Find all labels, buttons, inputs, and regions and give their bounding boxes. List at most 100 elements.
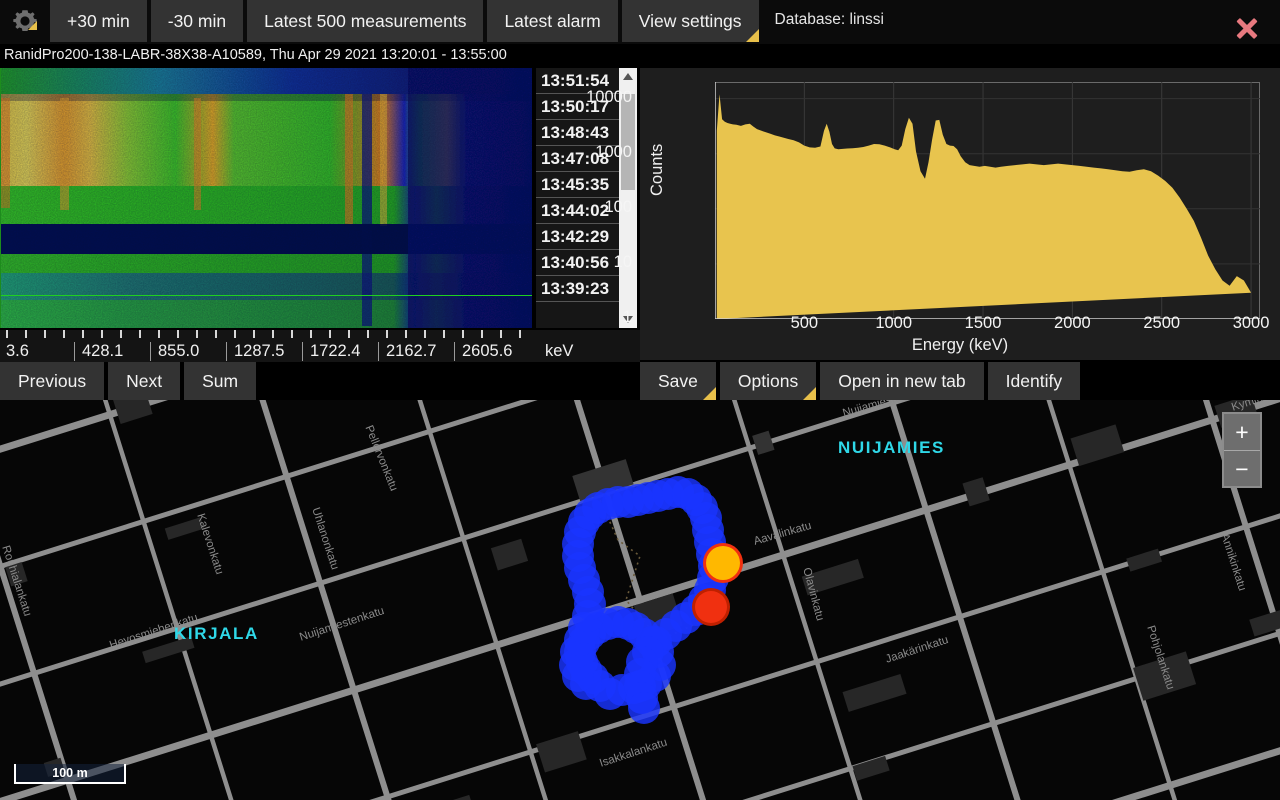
app-root: +30 min -30 min Latest 500 measurements … [0, 0, 1280, 800]
spectrogram-left-marker [0, 68, 1, 328]
time-list-item[interactable]: 13:40:56 [536, 250, 624, 276]
button-latest-500-measurements[interactable]: Latest 500 measurements [247, 0, 484, 42]
dropdown-corner-icon [745, 29, 759, 42]
spectrum-chart-panel[interactable]: Counts Energy (keV) 1 10 100 1000 10000 500 1… [586, 68, 1280, 360]
energy-tick [272, 330, 274, 338]
zoom-in-button[interactable]: + [1224, 414, 1260, 450]
energy-tick-label: 428.1 [82, 342, 124, 360]
spectrogram-action-bar: Previous Next Sum [0, 362, 640, 400]
map-view[interactable]: Full Screen Snip NUIJAMIESKIRJALASammonk… [0, 400, 1280, 800]
energy-tick [44, 330, 46, 338]
energy-tick [177, 330, 179, 338]
chart-y-tick-label: 1000 [595, 142, 632, 161]
energy-tick [158, 330, 160, 338]
energy-tick [215, 330, 217, 338]
spectrum-plot-area[interactable] [715, 82, 1260, 319]
time-list-item[interactable]: 13:39:23 [536, 276, 624, 302]
energy-tick [329, 330, 331, 338]
energy-tick-label: 2605.6 [462, 342, 513, 360]
energy-label-separator [302, 342, 303, 361]
energy-label-separator [226, 342, 227, 361]
button-label: Save [658, 371, 698, 391]
button-label: Sum [202, 371, 239, 391]
energy-tick [25, 330, 27, 338]
alert-marker [706, 546, 740, 580]
energy-label-separator [378, 342, 379, 361]
energy-tick [481, 330, 483, 338]
chart-x-tick-label: 1000 [875, 314, 913, 332]
energy-axis: 3.6 428.1 855.0 1287.5 1722.4 2162.7 2605.6 keV [0, 330, 640, 364]
chart-x-tick-label: 3000 [1232, 314, 1270, 332]
button-label: Latest alarm [504, 11, 601, 31]
map-scale-bar: 100 m [14, 764, 126, 784]
action-button-next[interactable]: Next [108, 362, 181, 400]
energy-tick [234, 330, 236, 338]
action-button-sum[interactable]: Sum [184, 362, 257, 400]
spectrogram-panel: 13:51:54 13:50:17 13:48:43 13:47:08 13:45:35… [0, 68, 640, 364]
chart-x-tick-label: 500 [790, 314, 819, 332]
track-point [628, 692, 660, 724]
energy-tick [310, 330, 312, 338]
button-label: View settings [638, 11, 742, 31]
scroll-up-icon[interactable] [619, 68, 637, 85]
energy-tick [139, 330, 141, 338]
energy-tick [120, 330, 122, 338]
action-button-previous[interactable]: Previous [0, 362, 105, 400]
button-label: Open in new tab [838, 371, 966, 391]
alert-marker [695, 591, 727, 623]
spectrogram-cursor-line [0, 295, 532, 296]
chart-y-tick-label: 10 [613, 252, 632, 271]
energy-tick [462, 330, 464, 338]
database-label: Database: linssi [774, 11, 884, 28]
action-button-options[interactable]: Options [719, 362, 817, 400]
button-label: Identify [1005, 371, 1063, 391]
energy-tick [6, 330, 8, 338]
dropdown-corner-icon [702, 387, 716, 400]
energy-tick-label: 1287.5 [234, 342, 285, 360]
chart-y-tick-label: 1 [622, 308, 632, 326]
button-latest-alarm[interactable]: Latest alarm [487, 0, 618, 42]
energy-tick [291, 330, 293, 338]
dropdown-corner-icon [803, 387, 817, 400]
button-plus-30-min[interactable]: +30 min [50, 0, 147, 42]
top-toolbar: +30 min -30 min Latest 500 measurements … [0, 0, 1280, 44]
action-button-save[interactable]: Save [640, 362, 716, 400]
energy-tick-label: 2162.7 [386, 342, 437, 360]
map-zoom-controls[interactable]: + − [1222, 412, 1262, 488]
energy-tick-label: 3.6 [6, 342, 29, 360]
button-view-settings[interactable]: View settings [621, 0, 759, 42]
time-list-item[interactable]: 13:45:35 [536, 172, 624, 198]
time-list-item[interactable]: 13:42:29 [536, 224, 624, 250]
energy-tick [519, 330, 521, 338]
energy-tick [253, 330, 255, 338]
button-label: Latest 500 measurements [264, 11, 467, 31]
energy-label-separator [74, 342, 75, 361]
energy-tick-label: 1722.4 [310, 342, 361, 360]
energy-tick [386, 330, 388, 338]
energy-label-separator [150, 342, 151, 361]
chart-x-axis-label: Energy (keV) [911, 336, 1009, 354]
energy-tick-label: 855.0 [158, 342, 200, 360]
button-label: Previous [18, 371, 87, 391]
energy-tick [367, 330, 369, 338]
button-label: +30 min [67, 11, 130, 31]
spectrogram-image[interactable] [0, 68, 532, 328]
button-label: -30 min [167, 11, 227, 31]
button-label: Next [126, 371, 163, 391]
spectrum-action-bar: Save Options Open in new tab Identify [640, 362, 1280, 400]
button-minus-30-min[interactable]: -30 min [150, 0, 244, 42]
gear-icon[interactable] [0, 0, 50, 42]
chart-x-tick-label: 2500 [1143, 314, 1181, 332]
chart-y-tick-label: 100 [604, 197, 632, 216]
energy-tick [63, 330, 65, 338]
energy-axis-ticks [0, 330, 532, 339]
close-icon[interactable] [1232, 13, 1262, 43]
action-button-open-in-new-tab[interactable]: Open in new tab [820, 362, 984, 400]
action-button-identify[interactable]: Identify [987, 362, 1081, 400]
chart-y-axis-label: Counts [648, 143, 666, 196]
chart-y-tick-label: 10000 [586, 87, 632, 106]
energy-tick [500, 330, 502, 338]
map-scale-label: 100 m [52, 766, 88, 780]
energy-tick [424, 330, 426, 338]
zoom-out-button[interactable]: − [1224, 451, 1260, 487]
